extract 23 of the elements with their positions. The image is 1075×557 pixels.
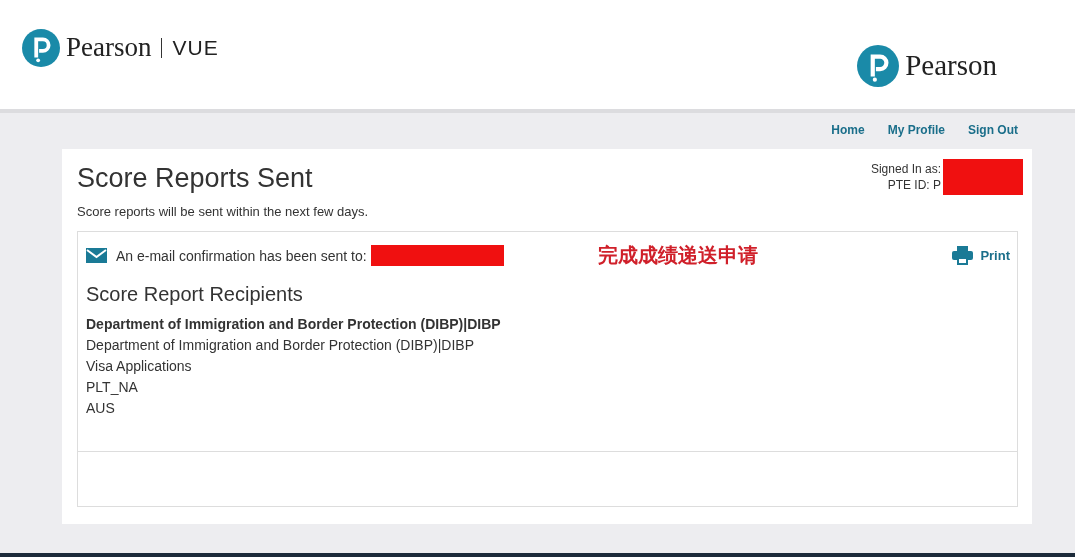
logo-icon [857,44,900,87]
printer-icon [952,246,974,265]
logo-product: VUE [172,35,219,60]
logo-brand: Pearson [905,49,997,82]
page-subtitle: Score reports will be sent within the next few days. [77,204,369,219]
recipient-line: Department of Immigration and Border Protection (DIBP)|DIBP [86,315,502,334]
recipient-line: Department of Immigration and Border Protection (DIBP)|DIBP [86,336,475,355]
nav-link[interactable]: My Profile [887,123,945,149]
annotation-text: 完成成绩递送申请 [597,243,759,268]
signed-in-label: Signed In as: [870,161,941,177]
logo-brand: Pearson [66,32,152,63]
section-heading: Score Report Recipients [86,283,304,306]
nav-link[interactable]: Sign Out [968,123,1018,149]
page-title: Score Reports Sent [77,163,314,194]
recipient-line: AUS [86,399,116,418]
nav-link[interactable]: Home [831,123,865,149]
logo-icon [22,28,60,67]
envelope-icon [86,248,107,263]
confirmation-text: An e-mail confirmation has been sent to: [116,247,367,264]
print-link[interactable]: Print [952,246,1010,265]
pte-id-label: PTE ID: P [887,177,941,193]
recipient-line: Visa Applications [86,357,193,376]
recipient-line: PLT_NA [86,378,139,397]
